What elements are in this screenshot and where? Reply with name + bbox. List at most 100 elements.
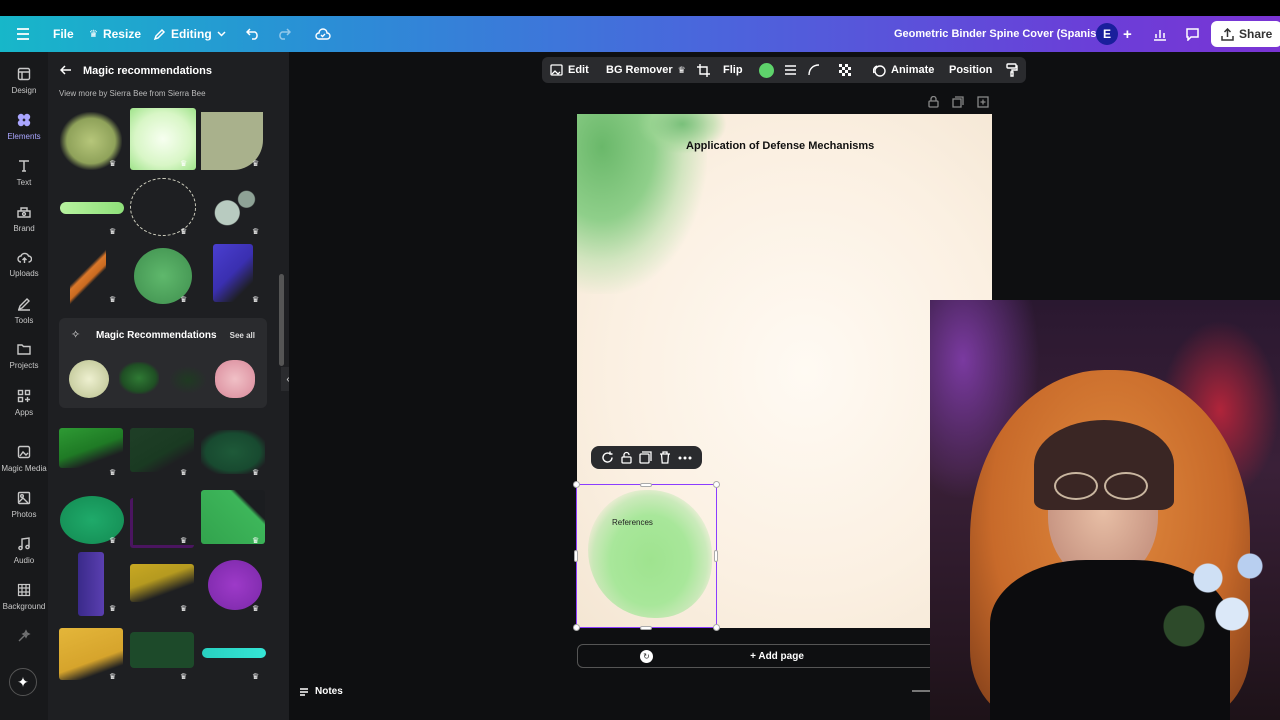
doc-title-text: Geometric Binder Spine Cover (Spanish) [894,28,1107,40]
element-thumbnail[interactable] [130,428,194,472]
element-thumbnail[interactable] [208,560,262,610]
zoom-slider[interactable] [912,690,930,692]
rail-item-text[interactable]: Text [0,159,48,187]
element-thumbnail[interactable] [60,202,124,214]
resize-handle[interactable] [713,624,720,631]
resize-label: Resize [102,27,141,41]
trash-icon[interactable] [659,451,671,464]
rail-item-audio[interactable]: Audio [0,537,48,565]
undo-button[interactable] [246,28,260,40]
refresh-icon: ↻ [643,652,650,661]
premium-crown-icon: ♛ [180,295,188,304]
premium-crown-icon: ♛ [252,604,260,613]
editing-mode-dropdown[interactable]: Editing [153,27,226,41]
add-page-icon[interactable] [977,96,989,108]
premium-crown-icon: ♛ [180,672,188,681]
color-swatch-button[interactable] [759,62,774,78]
save-status-button[interactable] [315,28,331,40]
crown-icon: ♛ [677,64,686,75]
rail-item-photos[interactable]: Photos [0,491,48,519]
element-thumbnail[interactable] [202,648,266,658]
references-text[interactable]: References [612,518,653,527]
rail-item-apps[interactable]: Apps [0,389,48,417]
element-thumbnail[interactable] [119,362,159,394]
duplicate-icon[interactable] [639,451,652,464]
rail-label-text: Text [16,178,32,187]
resize-handle[interactable] [573,481,580,488]
redo-button[interactable] [277,28,291,40]
panel-scrollbar-thumb[interactable] [279,274,284,366]
rail-item-design[interactable]: Design [0,67,48,95]
crown-icon: ♛ [89,28,98,40]
lock-icon[interactable] [621,451,632,464]
share-button[interactable]: Share [1211,21,1280,47]
lock-icon[interactable] [928,96,939,108]
element-thumbnail[interactable] [169,366,207,394]
document-title[interactable]: Geometric Binder Spine Cover (Spanish) [894,28,1107,40]
transparency-button[interactable] [839,63,852,77]
premium-crown-icon: ♛ [252,468,260,477]
rail-item-projects[interactable]: Projects [0,343,48,370]
more-icon[interactable] [678,456,692,460]
side-handle[interactable] [574,550,578,562]
animate-button[interactable]: Animate [873,64,934,77]
menu-button[interactable] [16,28,30,40]
resize-button[interactable]: ♛ Resize [89,27,141,41]
element-thumbnail[interactable] [130,632,194,668]
rail-label-magic-media: Magic Media [1,464,47,473]
file-menu[interactable]: File [53,27,74,41]
crop-button[interactable] [697,63,710,77]
element-thumbnail[interactable] [215,360,255,398]
notes-button[interactable]: Notes [299,686,343,697]
premium-crown-icon: ♛ [109,536,117,545]
rail-item-elements[interactable]: Elements [0,113,48,141]
invite-button[interactable]: + [1123,26,1132,43]
position-button[interactable]: Position [949,64,992,76]
magic-assistant-button[interactable]: ✦ [9,668,37,696]
element-floating-toolbar [591,446,702,469]
premium-crown-icon: ♛ [109,295,117,304]
back-arrow-icon[interactable] [60,65,72,75]
user-avatar[interactable]: E [1096,23,1118,45]
flip-button[interactable]: Flip [723,64,743,76]
notes-label: Notes [315,686,343,697]
rail-item-magic-media[interactable]: Magic Media [0,445,48,473]
element-thumbnail[interactable] [213,244,253,302]
rail-item-uploads[interactable]: Uploads [0,251,48,278]
pen-icon [17,298,30,311]
rail-item-brand[interactable]: Brand [0,205,48,233]
see-all-link[interactable]: See all [230,331,255,340]
rail-item-tools[interactable]: Tools [0,297,48,325]
side-handle[interactable] [640,626,652,630]
element-thumbnail[interactable] [78,552,104,616]
element-thumbnail[interactable] [69,360,109,398]
side-handle[interactable] [714,550,718,562]
view-more-link[interactable]: View more by Sierra Bee from Sierra Bee [59,89,206,98]
border-style-button[interactable] [784,64,797,76]
add-page-button[interactable]: + Add page [577,644,977,668]
insights-button[interactable] [1153,28,1167,41]
magic-card-title: Magic Recommendations [96,330,217,341]
copy-style-button[interactable] [1006,63,1018,77]
premium-crown-icon: ♛ [109,227,117,236]
rotate-handle[interactable]: ↻ [640,650,653,663]
rail-item-background[interactable]: Background [0,583,48,611]
edit-image-button[interactable]: Edit [550,64,589,76]
element-thumbnail[interactable] [70,246,106,308]
element-thumbnail[interactable] [59,428,123,468]
rail-item-more[interactable] [0,629,48,643]
side-handle[interactable] [640,483,652,487]
rail-label-tools: Tools [14,316,34,325]
left-rail: Design Elements Text Brand Uploads Tools… [0,52,48,720]
image-edit-icon [550,64,563,76]
element-thumbnail[interactable] [130,564,194,602]
corner-rounding-button[interactable] [808,64,820,76]
duplicate-page-icon[interactable] [952,96,964,108]
rotate-icon[interactable] [601,451,614,464]
premium-crown-icon: ♛ [180,468,188,477]
bg-remover-button[interactable]: BG Remover ♛ [606,64,686,76]
page-heading[interactable]: Application of Defense Mechanisms [686,140,874,152]
resize-handle[interactable] [713,481,720,488]
comments-button[interactable] [1185,27,1200,41]
resize-handle[interactable] [573,624,580,631]
